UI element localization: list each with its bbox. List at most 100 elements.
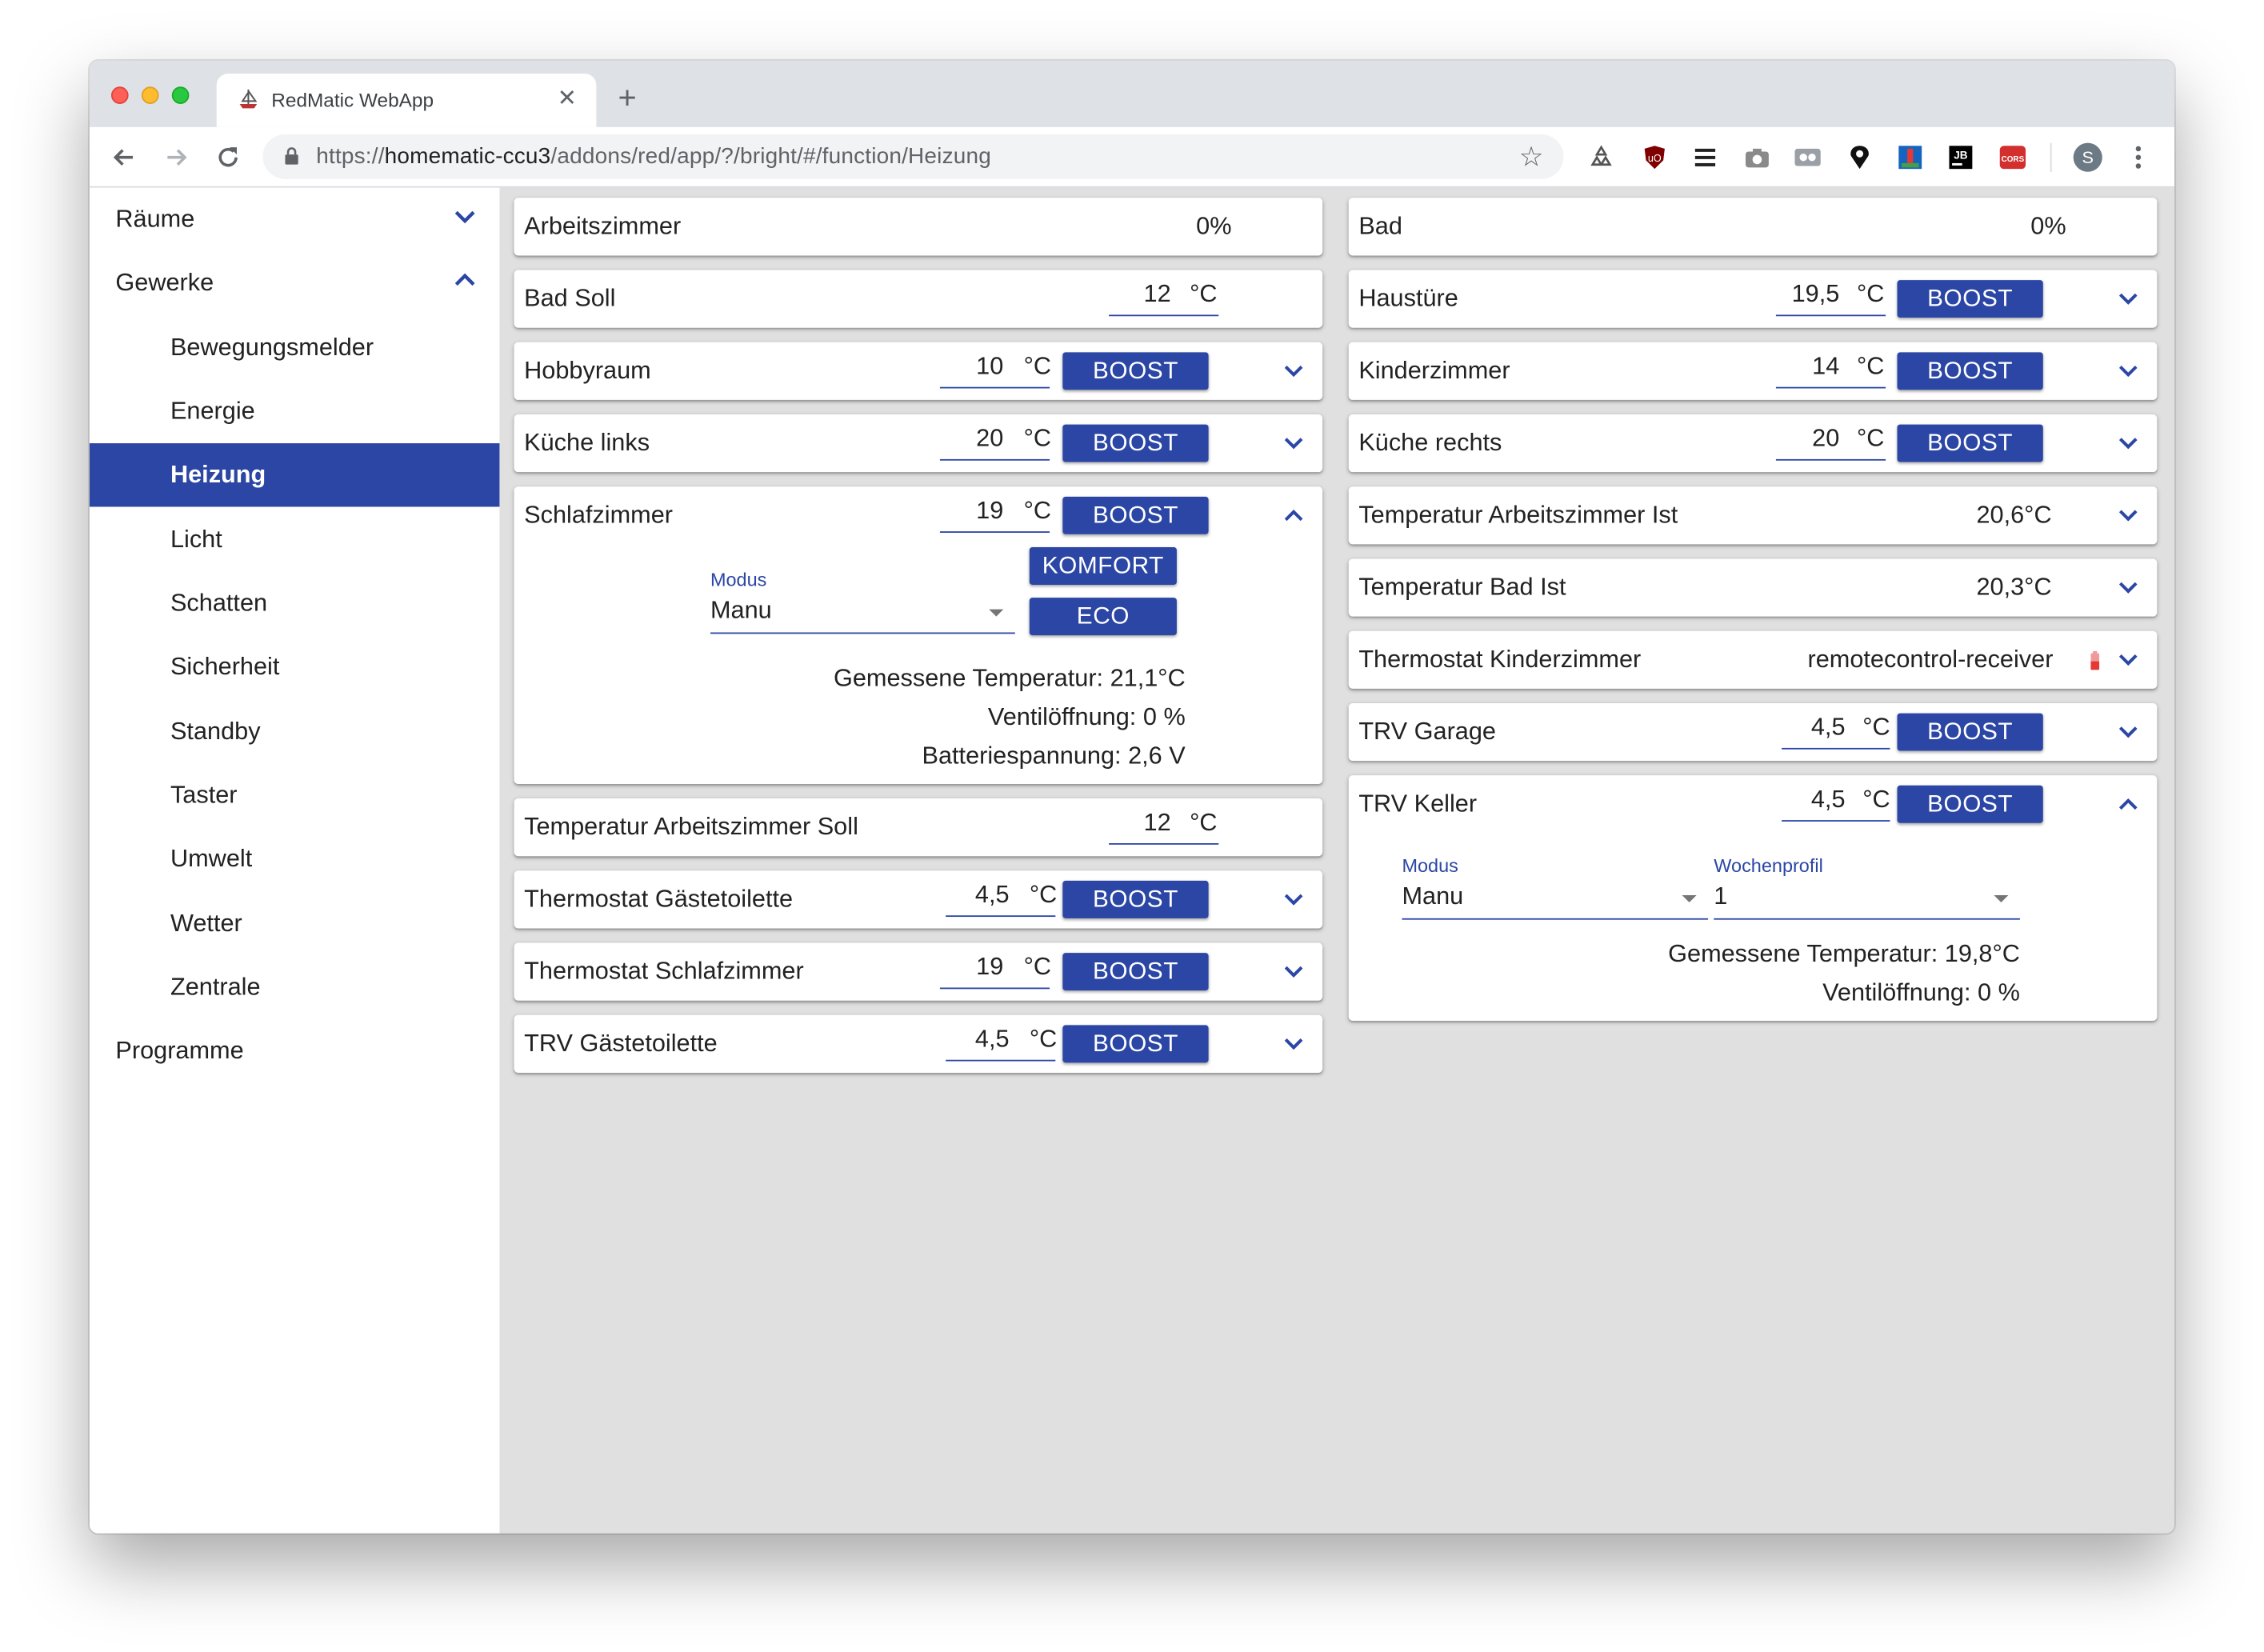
unit-label: °C	[1029, 880, 1058, 909]
eco-button[interactable]: ECO	[1029, 598, 1177, 636]
unit-label: °C	[1190, 808, 1218, 836]
nav-item-taster[interactable]: Taster	[90, 764, 500, 827]
glasses-extension-icon[interactable]	[1794, 144, 1821, 170]
modus-select[interactable]: Manu	[1402, 879, 1709, 920]
chevron-up-icon[interactable]	[1283, 508, 1303, 522]
chevron-down-icon[interactable]	[2118, 292, 2138, 306]
boost-button[interactable]: BOOST	[1897, 280, 2043, 318]
setpoint-input[interactable]: 4,5 °C	[1782, 784, 1890, 822]
nav-item-programme[interactable]: Programme	[90, 1019, 500, 1082]
nav-item-umwelt[interactable]: Umwelt	[90, 827, 500, 890]
chevron-down-icon[interactable]	[2118, 725, 2138, 739]
setpoint-input[interactable]: 12 °C	[1109, 807, 1219, 845]
device-name: Küche links	[524, 429, 650, 457]
setpoint-input[interactable]: 19,5 °C	[1775, 278, 1886, 317]
boost-button[interactable]: BOOST	[1062, 352, 1209, 390]
nav-item-standby[interactable]: Standby	[90, 700, 500, 763]
thermometer-extension-icon[interactable]	[1898, 144, 1923, 170]
setpoint-input[interactable]: 4,5 °C	[946, 879, 1058, 918]
nav-item-wetter[interactable]: Wetter	[90, 892, 500, 955]
navigation-sidebar: Räume Gewerke Bewegungsmelder Energie He…	[89, 187, 500, 1534]
nav-item-energie[interactable]: Energie	[90, 380, 500, 443]
chevron-down-icon[interactable]	[2118, 581, 2138, 595]
boost-button[interactable]: BOOST	[1062, 496, 1209, 534]
ublock-extension-icon[interactable]: uO	[1642, 144, 1667, 170]
boost-button[interactable]: BOOST	[1062, 880, 1209, 918]
chevron-down-icon[interactable]	[1283, 364, 1303, 378]
back-arrow-icon[interactable]	[110, 143, 138, 172]
tab-close-icon[interactable]: ✕	[558, 84, 577, 113]
komfort-button[interactable]: KOMFORT	[1029, 547, 1177, 585]
camera-extension-icon[interactable]	[1744, 144, 1770, 170]
chevron-down-icon[interactable]	[2118, 653, 2138, 667]
reload-icon[interactable]	[214, 143, 242, 172]
nav-item-heizung[interactable]: Heizung	[89, 443, 500, 507]
wochenprofil-select[interactable]: 1	[1714, 879, 2020, 920]
unit-label: °C	[1856, 280, 1885, 308]
nav-item-gewerke[interactable]: Gewerke	[90, 251, 500, 314]
modus-label: Modus	[1402, 854, 1458, 877]
device-name: Thermostat Kinderzimmer	[1358, 645, 1642, 674]
boost-button[interactable]: BOOST	[1897, 785, 2043, 823]
bookmark-star-icon[interactable]: ☆	[1519, 142, 1544, 175]
chevron-down-icon[interactable]	[1283, 436, 1303, 450]
setpoint-input[interactable]: 20 °C	[939, 423, 1051, 461]
setpoint-input[interactable]: 10 °C	[939, 351, 1051, 389]
nav-item-raeume[interactable]: Räume	[90, 188, 500, 251]
chevron-down-icon[interactable]	[1283, 892, 1303, 906]
device-card-schlafzimmer: Schlafzimmer 19 °C BOOST KOMFORT Modus M…	[514, 486, 1323, 785]
nav-item-licht[interactable]: Licht	[90, 508, 500, 571]
browser-menu-icon[interactable]	[2134, 143, 2142, 172]
chevron-down-icon[interactable]	[1283, 1037, 1303, 1051]
forward-arrow-icon[interactable]	[162, 143, 190, 172]
address-bar[interactable]: https://homematic-ccu3/addons/red/app/?/…	[262, 134, 1564, 179]
nav-item-label: Räume	[115, 205, 195, 233]
unit-label: °C	[1856, 424, 1885, 452]
modus-value: Manu	[1402, 882, 1464, 910]
nav-item-schatten[interactable]: Schatten	[90, 572, 500, 635]
nav-item-bewegungsmelder[interactable]: Bewegungsmelder	[90, 316, 500, 379]
profile-avatar[interactable]: S	[2073, 142, 2102, 172]
boost-button[interactable]: BOOST	[1062, 1025, 1209, 1063]
window-close-button[interactable]	[110, 86, 129, 104]
setpoint-input[interactable]: 12 °C	[1109, 278, 1219, 317]
setpoint-value: 14	[1812, 352, 1840, 380]
setpoint-input[interactable]: 19 °C	[939, 495, 1051, 533]
device-name: Schlafzimmer	[524, 501, 673, 529]
modus-select[interactable]: Manu	[710, 594, 1015, 634]
cors-extension-icon[interactable]: CORS	[1999, 144, 2026, 170]
browser-window: RedMatic WebApp ✕ + https://homematic-cc…	[89, 60, 2175, 1534]
chevron-down-icon[interactable]	[1283, 965, 1303, 979]
jetbrains-extension-icon[interactable]: JB	[1948, 144, 1974, 170]
device-card-bad-soll: Bad Soll 12 °C	[514, 270, 1323, 328]
boost-button[interactable]: BOOST	[1897, 424, 2043, 462]
chevron-down-icon[interactable]	[2118, 364, 2138, 378]
window-minimize-button[interactable]	[141, 86, 159, 104]
map-pin-extension-icon[interactable]	[1846, 144, 1872, 170]
toolbar-divider	[2050, 142, 2052, 172]
boost-button[interactable]: BOOST	[1062, 424, 1209, 462]
chevron-down-icon[interactable]	[2118, 508, 2138, 522]
nav-item-zentrale[interactable]: Zentrale	[90, 956, 500, 1019]
nav-item-sicherheit[interactable]: Sicherheit	[90, 635, 500, 698]
browser-tab[interactable]: RedMatic WebApp ✕	[216, 74, 597, 127]
setpoint-input[interactable]: 19 °C	[939, 951, 1051, 990]
setpoint-input[interactable]: 4,5 °C	[1782, 712, 1890, 750]
boost-button[interactable]: BOOST	[1062, 953, 1209, 991]
setpoint-input[interactable]: 4,5 °C	[946, 1024, 1057, 1062]
chevron-up-icon[interactable]	[2118, 797, 2138, 811]
boost-button[interactable]: BOOST	[1897, 713, 2043, 751]
valve-opening: Ventilöffnung: 0 %	[987, 702, 1186, 731]
boost-button[interactable]: BOOST	[1897, 352, 2043, 390]
window-maximize-button[interactable]	[171, 86, 190, 104]
chevron-down-icon[interactable]	[2118, 436, 2138, 450]
setpoint-input[interactable]: 20 °C	[1775, 423, 1886, 461]
nav-item-label: Standby	[170, 717, 261, 746]
recycle-extension-icon[interactable]	[1588, 144, 1614, 170]
setpoint-input[interactable]: 14 °C	[1775, 351, 1886, 389]
new-tab-icon[interactable]: +	[618, 79, 636, 117]
list-extension-icon[interactable]	[1692, 144, 1718, 170]
device-name: Bad Soll	[524, 284, 616, 312]
setpoint-value: 19	[976, 953, 1004, 981]
setpoint-value: 19,5	[1791, 280, 1840, 308]
